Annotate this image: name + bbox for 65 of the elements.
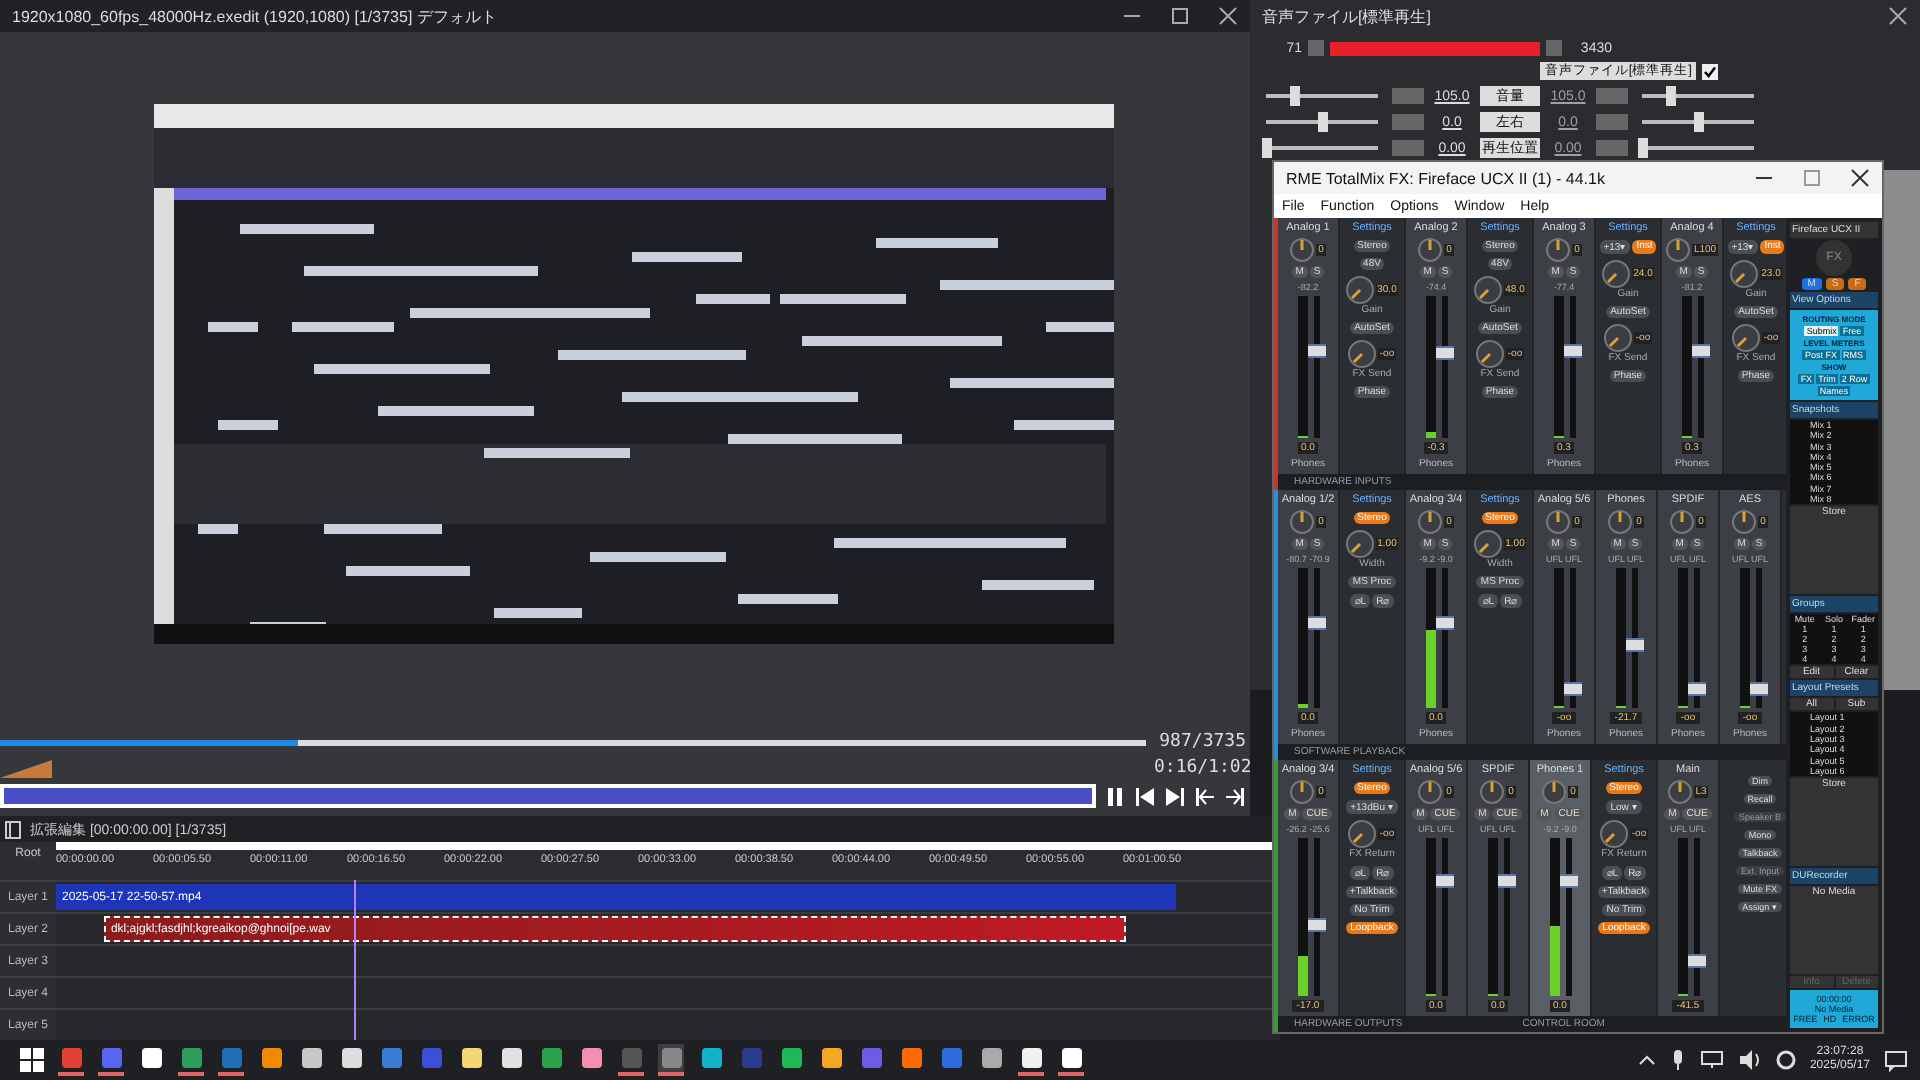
range-bar[interactable]	[1330, 41, 1540, 55]
volume-icon[interactable]	[0, 759, 52, 777]
level-meter	[1553, 567, 1563, 709]
knob-icon[interactable]	[1608, 509, 1633, 534]
knob-icon[interactable]	[1665, 238, 1690, 262]
knob-icon[interactable]	[1418, 780, 1443, 805]
knob-icon[interactable]	[1599, 820, 1628, 849]
level-meter	[1553, 296, 1563, 438]
app-icon[interactable]	[1058, 1044, 1084, 1076]
frame-counter: 987/3735	[1157, 732, 1246, 752]
chevron-up-icon[interactable]	[1637, 1051, 1656, 1069]
knob-icon[interactable]	[1480, 780, 1505, 805]
step-forward-icon[interactable]	[1164, 785, 1186, 807]
network-icon[interactable]	[1699, 1050, 1724, 1070]
knob-icon[interactable]	[1601, 260, 1630, 288]
knob-icon[interactable]	[1731, 324, 1760, 352]
maximize-icon[interactable]	[1170, 6, 1190, 26]
level-meter	[1615, 567, 1625, 709]
notification-icon[interactable]	[1884, 1049, 1908, 1071]
knob-icon[interactable]	[1729, 260, 1758, 288]
level-meter	[1425, 567, 1435, 709]
window-title: 音声ファイル[標準再生]	[1262, 5, 1431, 27]
knob-icon[interactable]	[1546, 509, 1571, 534]
knob-icon[interactable]	[1290, 238, 1315, 262]
skip-end-icon[interactable]	[1224, 785, 1246, 807]
knob-icon[interactable]	[1732, 509, 1757, 534]
knob-icon[interactable]	[1546, 238, 1571, 262]
pause-icon[interactable]	[1104, 785, 1126, 807]
knob-icon[interactable]	[1418, 238, 1443, 262]
level-meter	[1739, 567, 1749, 709]
knob-icon[interactable]	[1345, 276, 1374, 304]
knob-icon[interactable]	[1475, 340, 1504, 368]
seek-bar[interactable]	[0, 739, 1146, 745]
window-title: 1920x1080_60fps_48000Hz.exedit (1920,1080) [1/3735] デフォルト	[12, 5, 497, 27]
knob-icon[interactable]	[1347, 340, 1376, 368]
knob-icon[interactable]	[1418, 509, 1443, 534]
knob-icon[interactable]	[1542, 780, 1567, 805]
step-back-icon[interactable]	[1134, 785, 1156, 807]
speaker-icon[interactable]	[1737, 1050, 1762, 1070]
knob-icon[interactable]	[1290, 509, 1315, 534]
checkbox[interactable]	[1702, 63, 1718, 79]
knob-icon[interactable]	[1290, 780, 1315, 805]
level-meter	[1297, 567, 1307, 709]
knob-icon[interactable]	[1347, 820, 1376, 849]
knob-icon[interactable]	[1603, 324, 1632, 352]
close-icon[interactable]	[1218, 6, 1238, 26]
time-display: 0:16/1:02	[1154, 758, 1246, 778]
level-meter	[1677, 567, 1687, 709]
knob-icon[interactable]	[1473, 276, 1502, 304]
level-meter	[1425, 296, 1435, 438]
skip-start-icon[interactable]	[1194, 785, 1216, 807]
close-icon[interactable]	[1888, 6, 1908, 26]
window-title: RME TotalMix FX: Fireface UCX II (1) - 44.1k	[1286, 169, 1605, 187]
knob-icon[interactable]	[1670, 509, 1695, 534]
level-meter	[1297, 296, 1307, 438]
level-meter	[1681, 296, 1691, 438]
knob-icon[interactable]	[1667, 780, 1692, 805]
knob-icon[interactable]	[1473, 529, 1502, 558]
film-icon	[4, 819, 22, 839]
knob-icon[interactable]	[1345, 529, 1374, 558]
microphone-icon[interactable]	[1669, 1049, 1686, 1071]
range-bar[interactable]	[0, 784, 1096, 808]
app-icon[interactable]	[1018, 1044, 1044, 1076]
close-icon[interactable]	[1850, 168, 1870, 188]
windows-start-icon[interactable]	[20, 1048, 44, 1072]
